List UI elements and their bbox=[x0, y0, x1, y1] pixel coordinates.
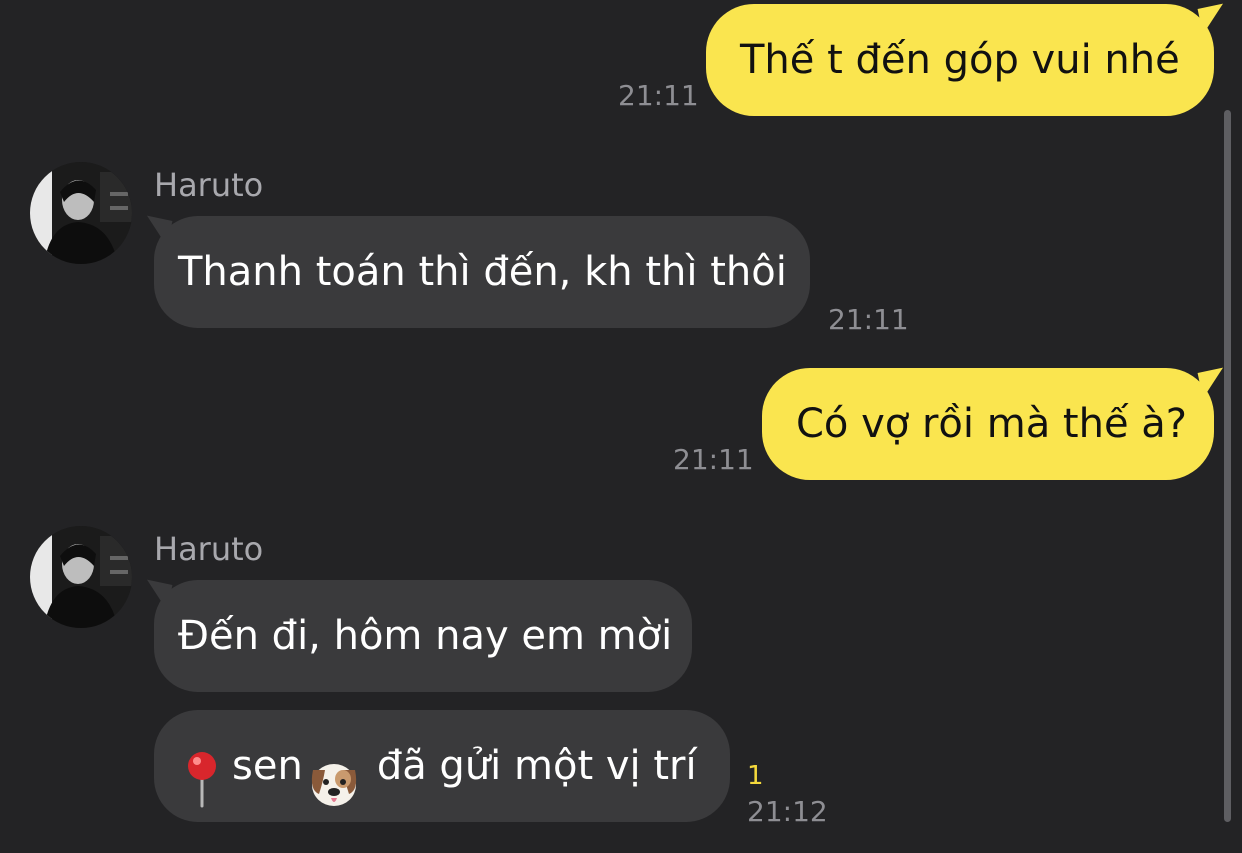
avatar[interactable] bbox=[30, 162, 132, 264]
avatar[interactable] bbox=[30, 526, 132, 628]
sender-name: Haruto bbox=[154, 166, 264, 204]
message-timestamp: 21:12 bbox=[747, 795, 828, 828]
map-pin-icon bbox=[182, 739, 222, 808]
chat-thread[interactable]: 21:11 Thế t đến góp vui nhé Haruto Thanh… bbox=[0, 0, 1242, 833]
scrollbar[interactable] bbox=[1224, 110, 1231, 822]
outgoing-message-bubble[interactable]: Có vợ rồi mà thế à? bbox=[762, 368, 1214, 480]
location-message-bubble[interactable]: sen đã gửi một vị trí bbox=[154, 710, 730, 822]
location-message-text: đã gửi một vị trí bbox=[376, 743, 697, 789]
message-timestamp: 21:11 bbox=[828, 303, 909, 336]
incoming-message-bubble[interactable]: Đến đi, hôm nay em mời bbox=[154, 580, 692, 692]
location-sender-name: sen bbox=[232, 743, 303, 789]
unread-count: 1 bbox=[747, 761, 764, 791]
sender-name: Haruto bbox=[154, 530, 264, 568]
outgoing-message-bubble[interactable]: Thế t đến góp vui nhé bbox=[706, 4, 1214, 116]
incoming-message-bubble[interactable]: Thanh toán thì đến, kh thì thôi bbox=[154, 216, 810, 328]
dog-face-icon bbox=[307, 741, 361, 806]
message-timestamp: 21:11 bbox=[673, 443, 754, 476]
message-timestamp: 21:11 bbox=[618, 79, 699, 112]
